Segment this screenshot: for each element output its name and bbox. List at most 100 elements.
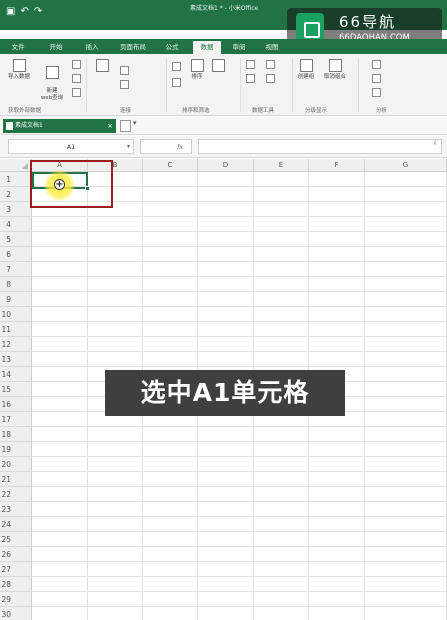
undo-icon[interactable]: ↶ — [20, 6, 28, 17]
sort-button[interactable]: 排序 — [186, 59, 208, 81]
row-header[interactable]: 25 — [0, 532, 32, 547]
gridline-horizontal — [32, 531, 447, 532]
row-header[interactable]: 6 — [0, 247, 32, 262]
tab-data[interactable]: 数据 — [193, 41, 221, 54]
column-header[interactable]: E — [254, 159, 309, 172]
row-header[interactable]: 23 — [0, 502, 32, 517]
import-data-button[interactable]: 导入数据 — [4, 59, 34, 81]
row-header[interactable]: 28 — [0, 577, 32, 592]
create-group-button[interactable]: 创建组 — [294, 59, 318, 81]
group-icon — [299, 59, 313, 72]
column-header[interactable]: C — [143, 159, 198, 172]
ungroup-button[interactable]: 取消组合 — [320, 59, 350, 81]
tab-formulas[interactable]: 公式 — [160, 41, 184, 54]
group-label-sort-filter: 排序和筛选 — [182, 108, 210, 114]
mouse-cursor-highlight: + — [44, 170, 75, 201]
group-label-get-external: 获取外部数据 — [8, 108, 42, 114]
redo-icon[interactable]: ↷ — [34, 6, 42, 17]
group-divider — [86, 58, 87, 112]
tab-view[interactable]: 视图 — [260, 41, 284, 54]
edit-links-icon[interactable] — [120, 66, 129, 75]
text-to-columns-icon[interactable] — [246, 60, 255, 69]
chevron-down-icon[interactable]: ▾ — [133, 119, 137, 127]
group-divider — [292, 58, 293, 112]
connection-icon[interactable] — [72, 74, 81, 83]
group-divider — [358, 58, 359, 112]
filter-icon — [211, 59, 225, 72]
row-header[interactable]: 4 — [0, 217, 32, 232]
refresh-icon[interactable] — [72, 60, 81, 69]
row-header[interactable]: 16 — [0, 397, 32, 412]
tab-file[interactable]: 文件 — [6, 41, 30, 54]
data-validation-icon[interactable] — [266, 60, 275, 69]
column-header[interactable]: D — [198, 159, 254, 172]
close-icon[interactable]: × — [107, 119, 113, 133]
row-header[interactable]: 7 — [0, 262, 32, 277]
row-header[interactable]: 19 — [0, 442, 32, 457]
quick-access-toolbar: ▣ ↶ ↷ — [6, 6, 42, 17]
workbook-icon — [6, 122, 13, 130]
all-refresh-button[interactable] — [92, 59, 112, 74]
row-header[interactable]: 20 — [0, 457, 32, 472]
row-header[interactable]: 10 — [0, 307, 32, 322]
gridline-horizontal — [32, 351, 447, 352]
solver-icon[interactable] — [372, 88, 381, 97]
gridline-horizontal — [32, 501, 447, 502]
filter-button[interactable] — [210, 59, 226, 74]
fx-button[interactable]: fx — [140, 139, 192, 154]
row-header[interactable]: 22 — [0, 487, 32, 502]
what-if-icon[interactable] — [372, 74, 381, 83]
row-header[interactable]: 1 — [0, 172, 32, 187]
row-header[interactable]: 9 — [0, 292, 32, 307]
row-header[interactable]: 2 — [0, 187, 32, 202]
name-box[interactable]: A1 ▾ — [8, 139, 134, 154]
row-header[interactable]: 18 — [0, 427, 32, 442]
chevron-down-icon[interactable]: ▾ — [127, 140, 130, 154]
tab-insert[interactable]: 插入 — [80, 41, 104, 54]
row-header[interactable]: 15 — [0, 382, 32, 397]
gridline-horizontal — [32, 486, 447, 487]
workbook-tab[interactable]: 素成文档1 × — [3, 119, 116, 133]
consolidate-icon[interactable] — [266, 74, 275, 83]
save-icon[interactable]: ▣ — [6, 6, 15, 17]
remove-duplicates-icon[interactable] — [246, 74, 255, 83]
column-header[interactable]: F — [309, 159, 365, 172]
column-header[interactable]: G — [365, 159, 447, 172]
row-header[interactable]: 14 — [0, 367, 32, 382]
row-header[interactable]: 30 — [0, 607, 32, 620]
row-header[interactable]: 24 — [0, 517, 32, 532]
row-header[interactable]: 29 — [0, 592, 32, 607]
select-all-corner[interactable] — [0, 159, 32, 172]
row-header[interactable]: 26 — [0, 547, 32, 562]
row-header[interactable]: 27 — [0, 562, 32, 577]
gridline-horizontal — [32, 261, 447, 262]
sort-asc-icon[interactable] — [172, 62, 181, 71]
gridline-horizontal — [32, 306, 447, 307]
formula-input[interactable]: ⇩ — [198, 139, 442, 154]
row-header[interactable]: 3 — [0, 202, 32, 217]
gridline-horizontal — [32, 276, 447, 277]
sort-desc-icon[interactable] — [172, 78, 181, 87]
row-header[interactable]: 21 — [0, 472, 32, 487]
expand-formula-icon[interactable]: ⇩ — [433, 140, 438, 147]
group-label-outline: 分级显示 — [305, 108, 328, 114]
tab-home[interactable]: 开始 — [44, 41, 68, 54]
row-header[interactable]: 5 — [0, 232, 32, 247]
import-data-icon — [12, 59, 26, 72]
link-properties-icon[interactable] — [120, 80, 129, 89]
properties-icon[interactable] — [72, 88, 81, 97]
row-header[interactable]: 17 — [0, 412, 32, 427]
new-web-query-button[interactable]: 新建 web查询 — [37, 59, 67, 102]
tutorial-caption: 选中A1单元格 — [105, 370, 345, 416]
pivot-table-icon[interactable] — [372, 60, 381, 69]
tab-review[interactable]: 审阅 — [227, 41, 251, 54]
new-workbook-button[interactable] — [120, 120, 131, 132]
row-header[interactable]: 11 — [0, 322, 32, 337]
row-header[interactable]: 13 — [0, 352, 32, 367]
fill-handle[interactable] — [85, 186, 90, 191]
row-header[interactable]: 8 — [0, 277, 32, 292]
row-header[interactable]: 12 — [0, 337, 32, 352]
group-divider — [166, 58, 167, 112]
gridline-horizontal — [32, 576, 447, 577]
tab-page-layout[interactable]: 页面布局 — [113, 41, 153, 54]
